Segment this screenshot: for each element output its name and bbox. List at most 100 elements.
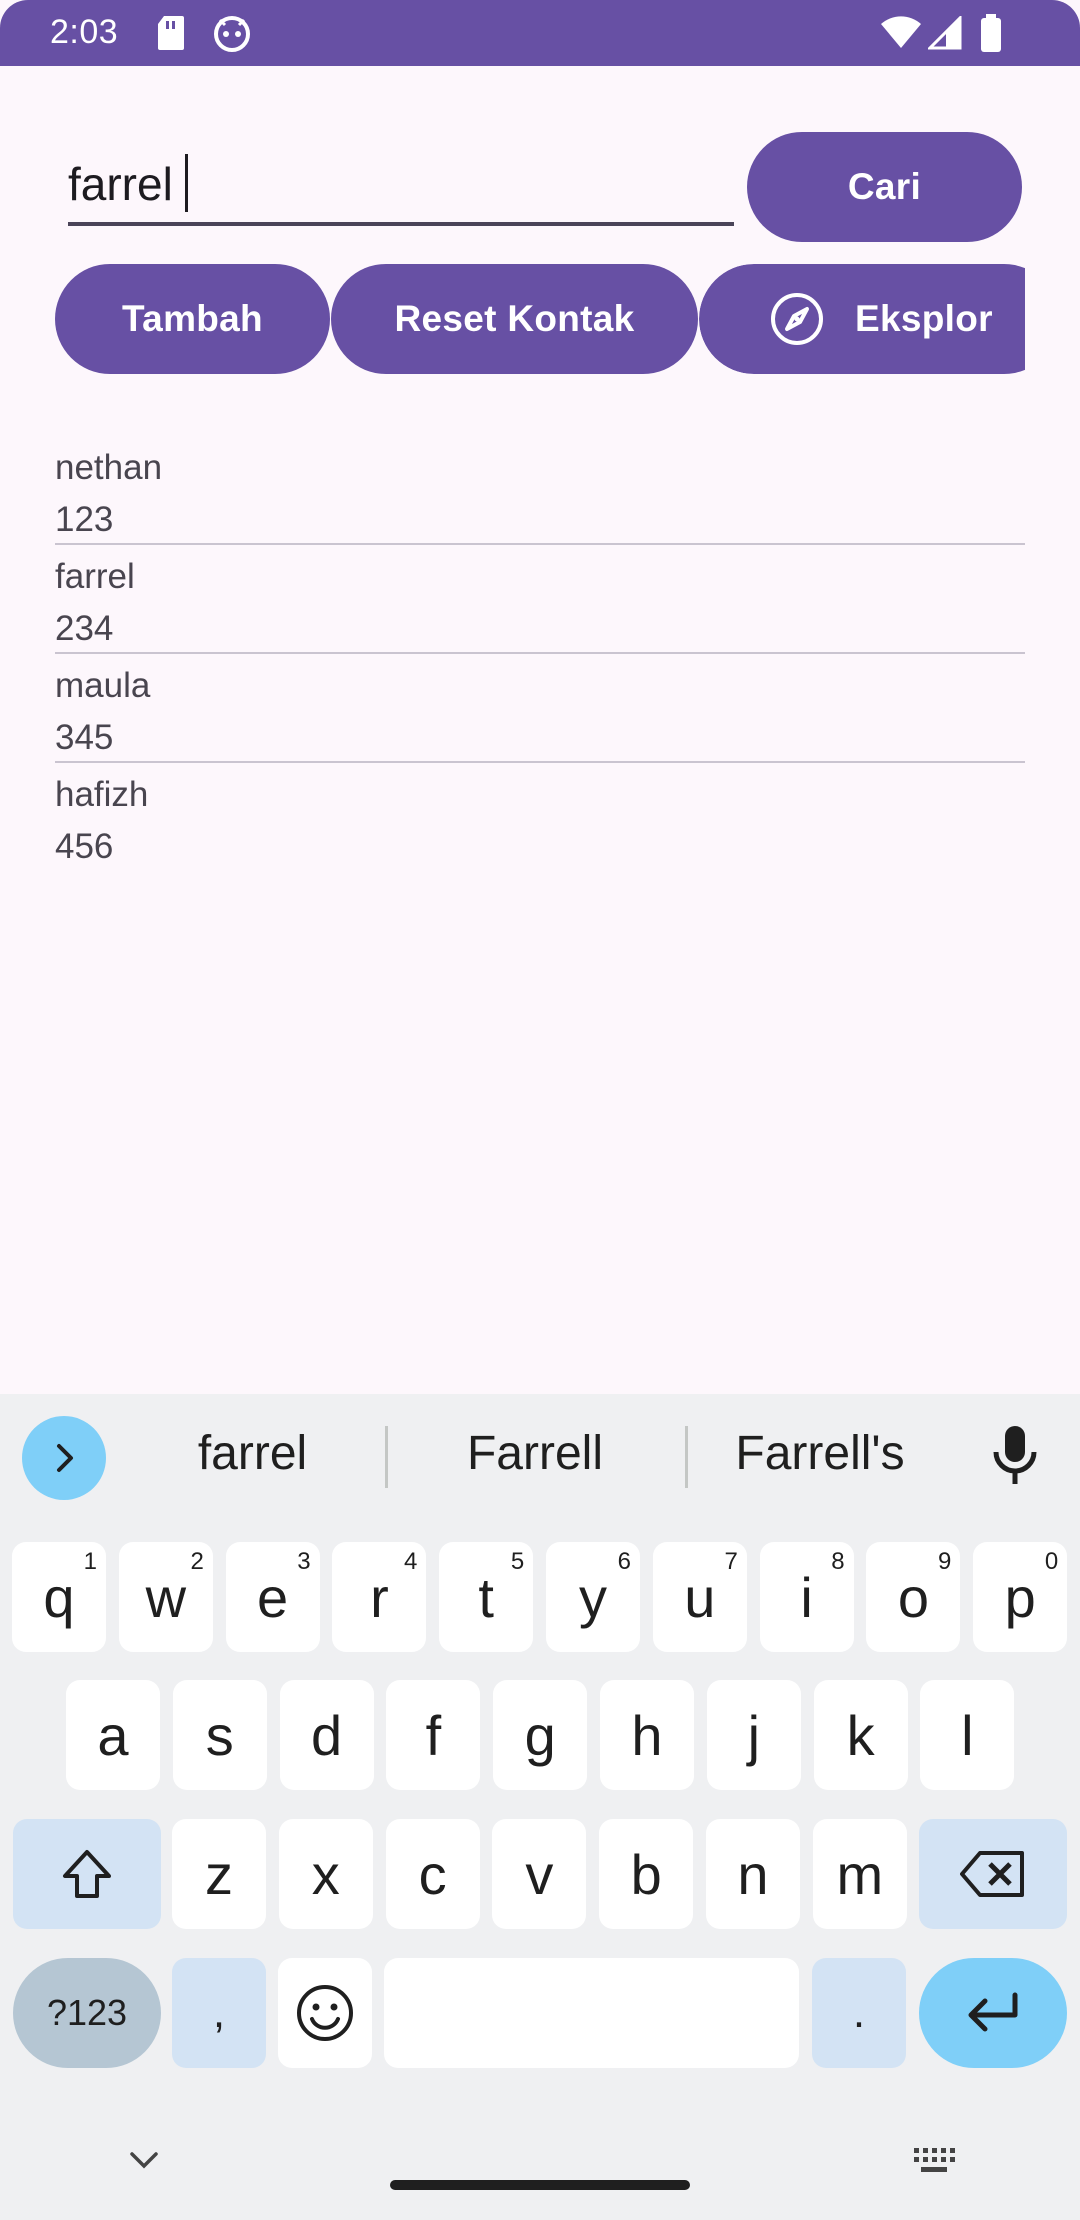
- key-label: k: [846, 1703, 875, 1767]
- wifi-icon: [880, 16, 922, 55]
- shift-key[interactable]: [13, 1819, 161, 1929]
- key-v[interactable]: v: [492, 1819, 587, 1929]
- contact-number: 456: [55, 827, 114, 866]
- key-w[interactable]: w2: [118, 1542, 213, 1652]
- contact-list: nethan 123 farrel 234 maula 345 hafizh 456: [55, 436, 1025, 872]
- compass-icon: [769, 291, 825, 347]
- spacebar-key[interactable]: [384, 1958, 799, 2068]
- keyboard-switch-icon[interactable]: [912, 2146, 956, 2181]
- key-b[interactable]: b: [599, 1819, 694, 1929]
- search-button[interactable]: Cari: [747, 132, 1022, 242]
- contact-number: 123: [55, 500, 114, 539]
- key-label: r: [370, 1565, 389, 1629]
- contact-list-item[interactable]: hafizh 456: [55, 763, 1025, 872]
- key-label: c: [418, 1842, 447, 1906]
- key-number-hint: 5: [510, 1548, 525, 1575]
- key-number-hint: 0: [1044, 1548, 1059, 1575]
- symbols-key[interactable]: ?123: [13, 1958, 161, 2068]
- key-label: g: [524, 1703, 556, 1767]
- key-number-hint: 2: [190, 1548, 204, 1575]
- key-label: d: [311, 1703, 343, 1767]
- key-label: z: [205, 1842, 233, 1906]
- key-label: w: [145, 1565, 187, 1629]
- key-f[interactable]: f: [386, 1680, 481, 1790]
- key-u[interactable]: u7: [652, 1542, 747, 1652]
- key-number-hint: 6: [617, 1548, 631, 1575]
- comma-key[interactable]: ,: [172, 1958, 266, 2068]
- gesture-navigation-handle[interactable]: [390, 2180, 690, 2190]
- key-label: n: [737, 1842, 769, 1906]
- explore-button[interactable]: Eksplor: [699, 264, 1025, 374]
- key-label: v: [525, 1842, 554, 1906]
- backspace-key[interactable]: [919, 1819, 1067, 1929]
- key-i[interactable]: i8: [759, 1542, 854, 1652]
- status-bar: 2:03: [0, 0, 1080, 66]
- contact-list-item[interactable]: farrel 234: [55, 545, 1025, 654]
- key-a[interactable]: a: [66, 1680, 160, 1790]
- hide-keyboard-icon[interactable]: [126, 2148, 162, 2177]
- key-number-hint: 9: [938, 1548, 952, 1575]
- microphone-icon[interactable]: [990, 1424, 1040, 1491]
- key-number-hint: 1: [83, 1548, 97, 1575]
- key-r[interactable]: r4: [332, 1542, 427, 1652]
- reset-contacts-button[interactable]: Reset Kontak: [331, 264, 698, 374]
- key-label: s: [205, 1703, 234, 1767]
- key-label: y: [579, 1565, 607, 1629]
- status-time: 2:03: [50, 13, 119, 51]
- explore-button-clip: Eksplor: [699, 264, 1025, 374]
- contact-name: farrel: [55, 557, 135, 596]
- chevron-right-icon: [57, 1444, 73, 1472]
- key-d[interactable]: d: [279, 1680, 374, 1790]
- key-j[interactable]: j: [706, 1680, 801, 1790]
- suggestion-2[interactable]: Farrell: [420, 1426, 650, 1481]
- key-h[interactable]: h: [600, 1680, 694, 1790]
- contact-name: maula: [55, 666, 151, 705]
- suggestion-bar: farrel Farrell Farrell's: [0, 1394, 1080, 1522]
- key-m[interactable]: m: [812, 1819, 907, 1929]
- period-key[interactable]: .: [812, 1958, 906, 2068]
- key-k[interactable]: k: [813, 1680, 908, 1790]
- key-number-hint: 8: [831, 1548, 845, 1575]
- key-n[interactable]: n: [706, 1819, 800, 1929]
- key-x[interactable]: x: [278, 1819, 373, 1929]
- key-t[interactable]: t5: [439, 1542, 534, 1652]
- key-e[interactable]: e3: [225, 1542, 320, 1652]
- key-label: o: [897, 1565, 929, 1629]
- key-l[interactable]: l: [920, 1680, 1015, 1790]
- android-debug-icon: [212, 14, 252, 57]
- key-p[interactable]: p0: [973, 1542, 1068, 1652]
- cellular-signal-icon: [926, 14, 962, 55]
- suggestion-1[interactable]: farrel: [150, 1426, 355, 1481]
- key-label: l: [961, 1703, 974, 1767]
- key-label: p: [1004, 1565, 1036, 1629]
- suggestion-3[interactable]: Farrell's: [700, 1426, 940, 1481]
- key-label: j: [747, 1703, 761, 1767]
- key-g[interactable]: g: [493, 1680, 588, 1790]
- soft-keyboard: farrel Farrell Farrell's q1w2e3r4t5y6u7i…: [0, 1394, 1080, 2220]
- key-label: a: [97, 1703, 129, 1767]
- key-label: u: [684, 1565, 716, 1629]
- contact-number: 345: [55, 718, 114, 757]
- enter-key[interactable]: [919, 1958, 1067, 2068]
- add-contact-button[interactable]: Tambah: [55, 264, 330, 374]
- key-label: e: [257, 1565, 289, 1629]
- enter-icon: [968, 1992, 1018, 2032]
- key-z[interactable]: z: [172, 1819, 266, 1929]
- key-o[interactable]: o9: [866, 1542, 961, 1652]
- key-q[interactable]: q1: [12, 1542, 106, 1652]
- key-s[interactable]: s: [172, 1680, 267, 1790]
- key-number-hint: 7: [724, 1548, 738, 1575]
- battery-icon: [980, 14, 1002, 57]
- contact-list-item[interactable]: nethan 123: [55, 436, 1025, 545]
- expand-toolbar-button[interactable]: [22, 1416, 106, 1500]
- key-label: i: [800, 1565, 813, 1629]
- key-y[interactable]: y6: [546, 1542, 640, 1652]
- contact-name: hafizh: [55, 775, 149, 814]
- search-field[interactable]: [68, 148, 734, 226]
- emoji-key[interactable]: [278, 1958, 372, 2068]
- key-c[interactable]: c: [385, 1819, 480, 1929]
- suggestion-divider: [685, 1426, 688, 1488]
- contact-name: nethan: [55, 448, 163, 487]
- search-input[interactable]: [68, 148, 734, 220]
- contact-list-item[interactable]: maula 345: [55, 654, 1025, 763]
